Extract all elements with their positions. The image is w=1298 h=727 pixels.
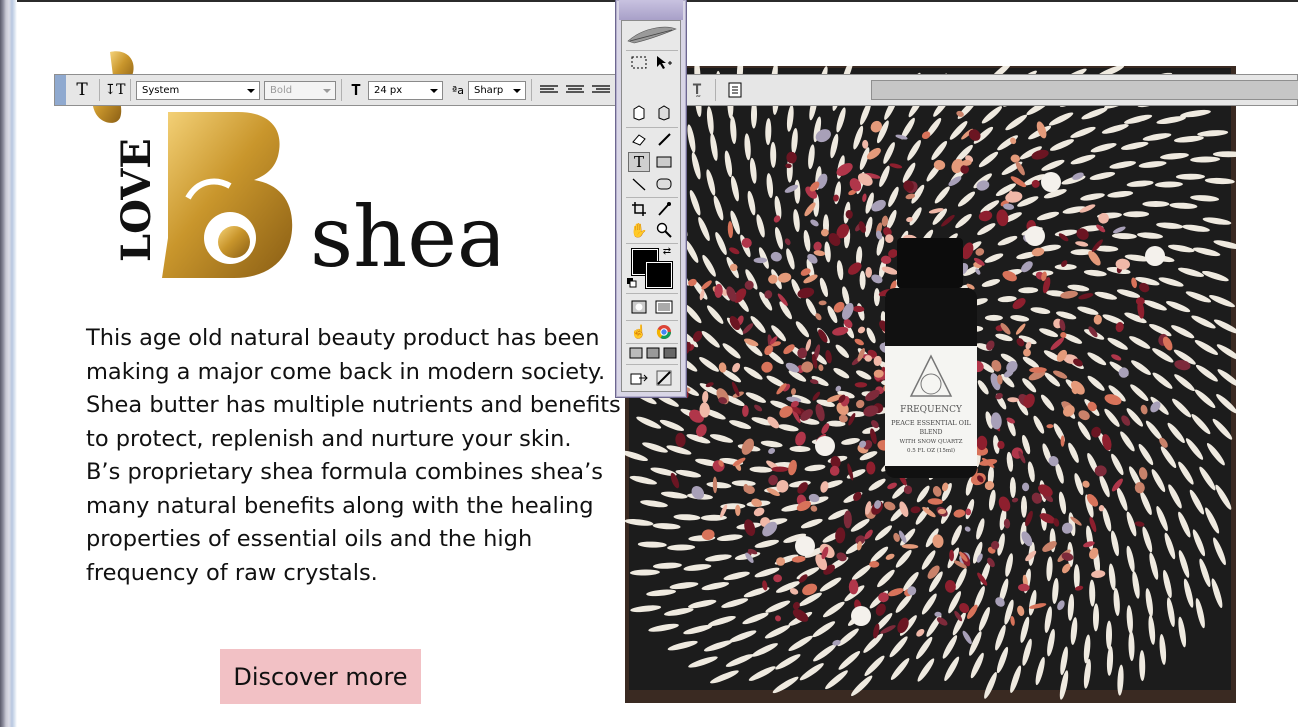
- antialias-select[interactable]: Sharp: [468, 81, 526, 100]
- shea-wordmark: shea: [310, 188, 498, 283]
- character-panel-icon[interactable]: [723, 79, 747, 101]
- align-center-icon[interactable]: [563, 79, 587, 101]
- options-bar-grip[interactable]: [55, 75, 66, 105]
- slice-tool-icon[interactable]: [628, 103, 650, 123]
- product-description: This age old natural beauty product has …: [86, 322, 621, 590]
- bottle-line4: 0.5 FL OZ (15ml): [907, 447, 955, 454]
- feather-logo-icon[interactable]: [624, 23, 680, 47]
- crop-tool-icon[interactable]: [628, 199, 650, 219]
- discover-more-button[interactable]: Discover more: [220, 649, 421, 704]
- window-left-edge: [0, 0, 17, 727]
- browser-jump-icon[interactable]: [653, 322, 675, 342]
- tools-palette-title-bar[interactable]: [619, 0, 683, 20]
- description-line: properties of essential oils and the hig…: [86, 526, 533, 552]
- tools-panel: T ✋ ⇄ ☝: [621, 20, 681, 392]
- marquee-tool-icon[interactable]: [628, 53, 650, 73]
- default-colors-icon[interactable]: [626, 277, 638, 289]
- bottle-brand: FREQUENCY: [900, 405, 963, 415]
- description-line: many natural benefits along with the hea…: [86, 492, 594, 519]
- bottle-line2: BLEND: [920, 429, 943, 436]
- full-screen-menu-icon[interactable]: [644, 346, 662, 360]
- jump-to-app-icon[interactable]: [628, 368, 650, 388]
- rounded-rectangle-tool-icon[interactable]: [653, 174, 675, 194]
- antialias-icon: ªa: [452, 83, 464, 97]
- font-style-select[interactable]: Bold: [264, 81, 336, 100]
- description-line: This age old natural beauty product has …: [86, 325, 600, 351]
- slice-select-tool-icon[interactable]: [653, 103, 675, 123]
- align-right-icon[interactable]: [589, 79, 613, 101]
- bottle-line3: WITH SNOW QUARTZ: [899, 439, 962, 445]
- swap-colors-icon[interactable]: ⇄: [660, 245, 674, 257]
- font-size-icon: 𝐓: [351, 81, 361, 99]
- font-size-select[interactable]: 24 px: [368, 81, 443, 100]
- love-text: LOVE: [113, 138, 160, 262]
- description-line: Shea butter has multiple nutrients and b…: [86, 392, 621, 418]
- product-photo: FREQUENCY PEACE ESSENTIAL OIL BLEND WITH…: [625, 66, 1236, 703]
- image-ready-icon[interactable]: [653, 368, 675, 388]
- hand-pointer-icon[interactable]: ☝: [628, 322, 650, 342]
- standard-screen-icon[interactable]: [627, 346, 645, 360]
- type-tool-icon[interactable]: T: [628, 152, 650, 172]
- description-line: to protect, replenish and nurture your s…: [86, 425, 572, 452]
- rectangle-tool-icon[interactable]: [653, 152, 675, 172]
- move-tool-icon[interactable]: [653, 53, 675, 73]
- description-line: making a major come back in modern socie…: [86, 358, 606, 385]
- zoom-tool-icon[interactable]: [653, 220, 675, 240]
- warp-text-icon[interactable]: 𝐓̰: [685, 79, 709, 101]
- align-left-icon[interactable]: [537, 79, 561, 101]
- eraser-tool-icon[interactable]: [628, 129, 650, 149]
- font-family-select[interactable]: System: [136, 81, 260, 100]
- description-line: B’s proprietary shea formula combines sh…: [86, 459, 603, 485]
- line-tool-icon[interactable]: [628, 174, 650, 194]
- quick-mask-icon[interactable]: [628, 297, 650, 317]
- bottle-line1: PEACE ESSENTIAL OIL: [891, 419, 971, 427]
- tools-palette: T ✋ ⇄ ☝: [615, 0, 687, 398]
- options-bar-well: [871, 80, 1298, 100]
- full-screen-icon[interactable]: [661, 346, 679, 360]
- screen-mode-icon[interactable]: [653, 297, 675, 317]
- hand-tool-icon[interactable]: ✋: [628, 220, 650, 240]
- type-tool-preset-icon[interactable]: T: [71, 79, 93, 101]
- background-color-swatch[interactable]: [645, 261, 673, 289]
- description-line: frequency of raw crystals.: [86, 559, 378, 586]
- brush-tool-icon[interactable]: [653, 129, 675, 149]
- eyedropper-tool-icon[interactable]: [653, 199, 675, 219]
- text-orientation-icon[interactable]: ↧T: [104, 79, 126, 101]
